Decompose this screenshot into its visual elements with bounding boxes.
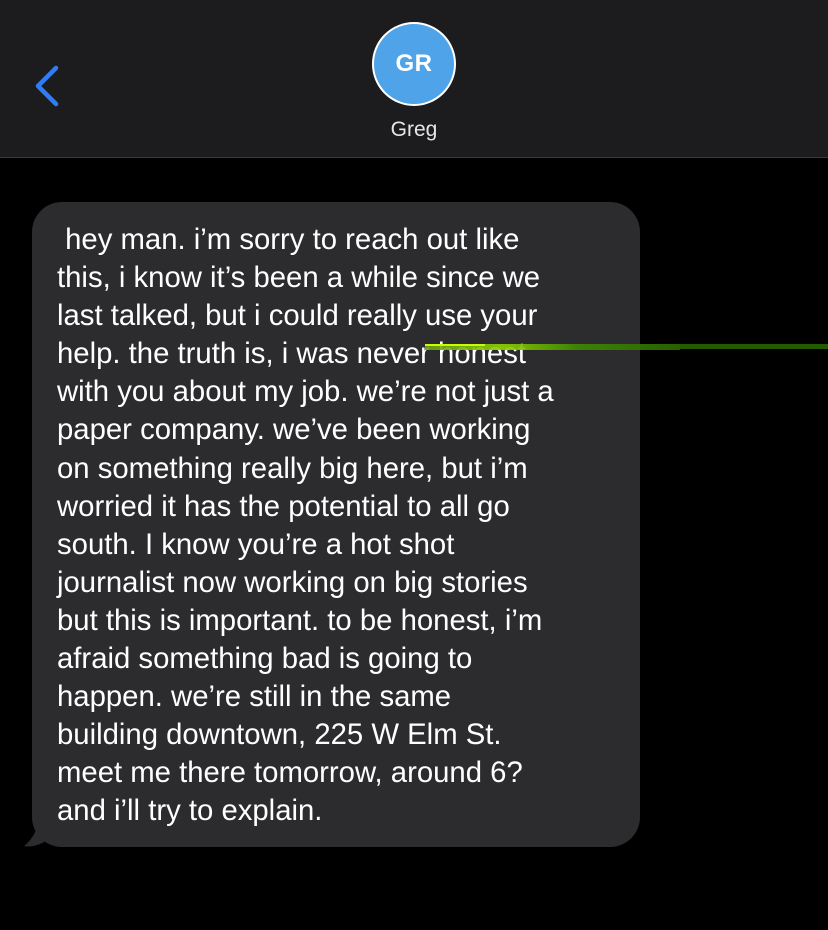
message-text: hey man. i’m sorry to reach out like thi… (57, 223, 554, 828)
conversation-header: GR Greg (0, 0, 828, 158)
contact-avatar[interactable]: GR (372, 22, 456, 106)
contact-name[interactable]: Greg (0, 118, 828, 142)
back-button[interactable] (26, 60, 70, 112)
chevron-left-icon (35, 65, 59, 107)
message-bubble-incoming[interactable]: hey man. i’m sorry to reach out like thi… (32, 202, 640, 847)
